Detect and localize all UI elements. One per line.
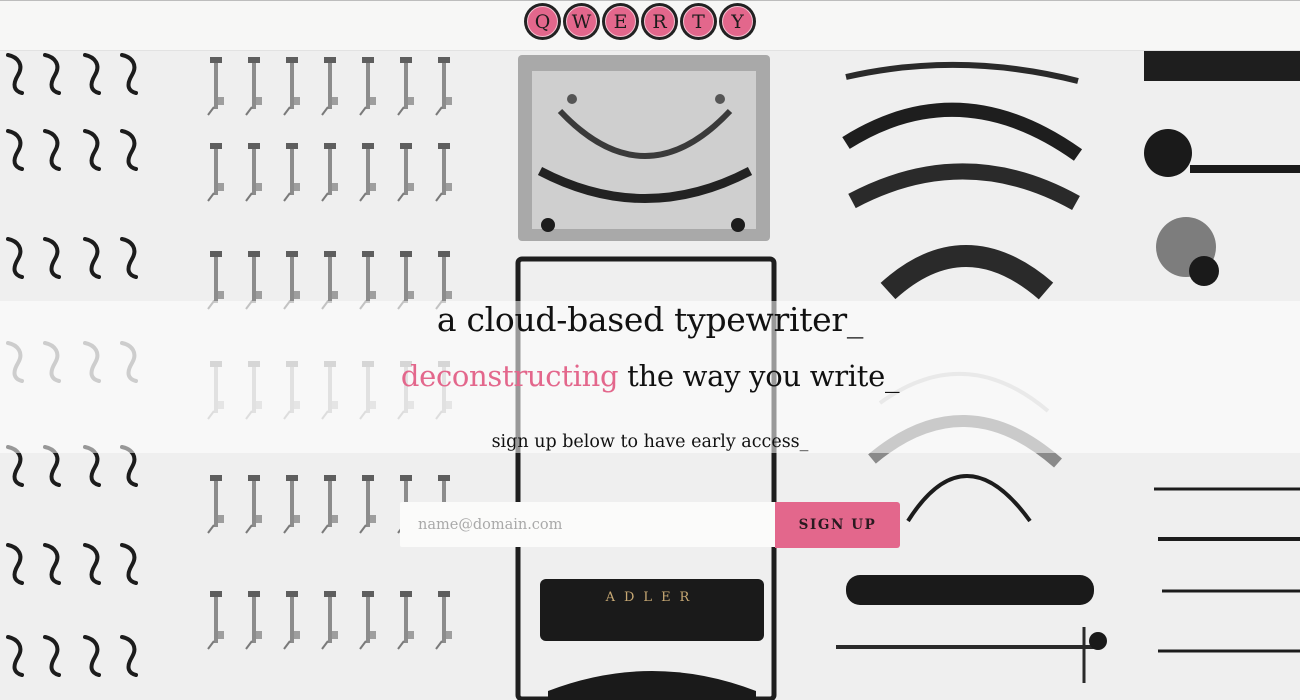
- logo-key-w: W: [563, 3, 600, 40]
- adler-nameplate: [540, 579, 764, 641]
- email-input[interactable]: [400, 502, 776, 547]
- logo-key-e: E: [602, 3, 639, 40]
- sign-up-button[interactable]: SIGN UP: [775, 502, 900, 548]
- qwerty-logo[interactable]: Q W E R T Y: [524, 3, 756, 45]
- hero-cta-text: sign up below to have early access_: [491, 432, 809, 452]
- adler-label: ADLER: [605, 590, 699, 605]
- hero-subtitle-rest: the way you write_: [618, 359, 900, 393]
- hero-title: a cloud-based typewriter_: [436, 300, 864, 339]
- hero-subtitle-accent: deconstructing: [400, 359, 619, 393]
- hero-subtitle: deconstructing the way you write_: [0, 359, 1300, 393]
- logo-key-r: R: [641, 3, 678, 40]
- logo-key-t: T: [680, 3, 717, 40]
- site-header: Q W E R T Y: [0, 0, 1300, 51]
- typewriter-frame-part: [518, 55, 770, 241]
- logo-key-y: Y: [719, 3, 756, 40]
- logo-key-q: Q: [524, 3, 561, 40]
